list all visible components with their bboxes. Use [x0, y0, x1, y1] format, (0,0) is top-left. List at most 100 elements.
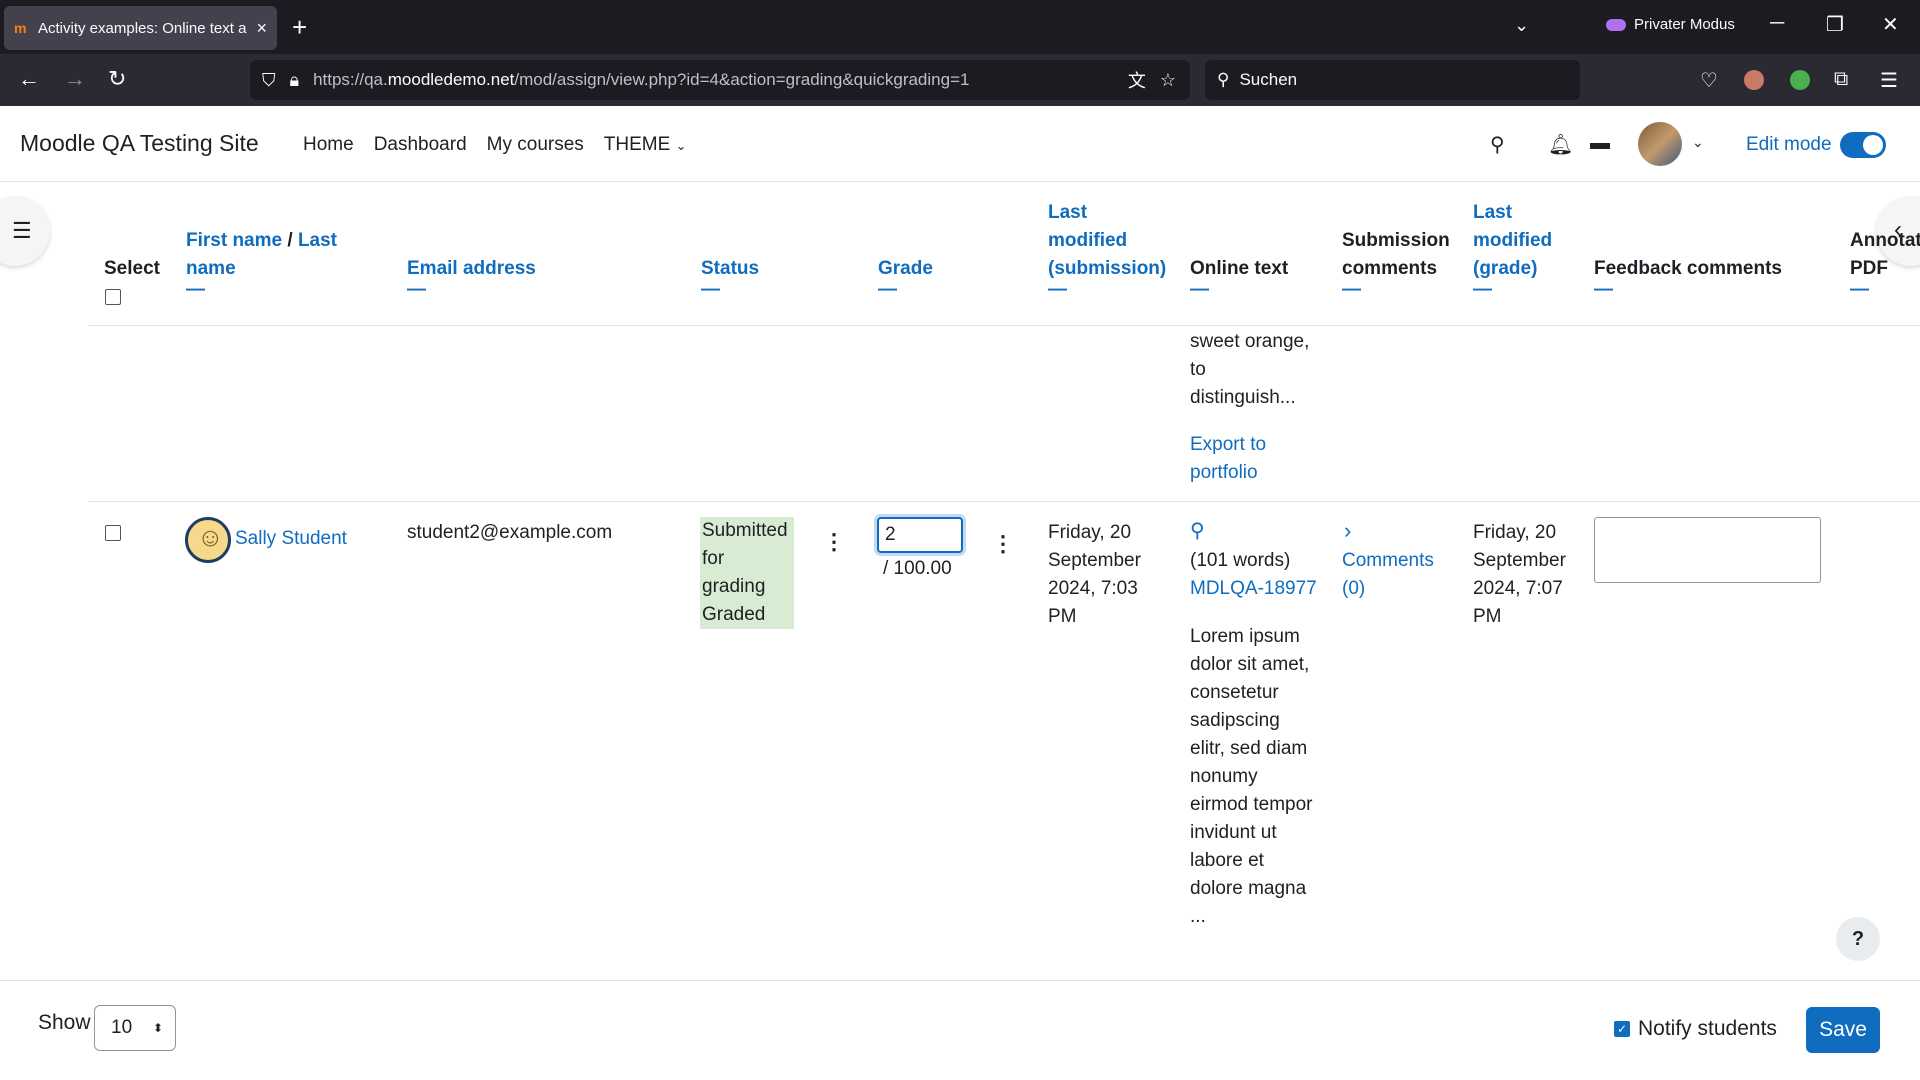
feedback-comments-textarea[interactable] — [1594, 517, 1821, 583]
online-text-link[interactable]: MDLQA-18977 — [1190, 575, 1317, 603]
notify-students-option[interactable]: ✓ Notify students — [1614, 1017, 1777, 1041]
header-name: First name / Last name — — [186, 227, 356, 299]
browser-toolbar: ← → ↻ ⛉ 🔒︎ https://qa.moodledemo.net/mod… — [0, 54, 1920, 106]
header-online-text: Online text — — [1190, 258, 1289, 300]
edit-mode-toggle[interactable] — [1840, 132, 1886, 158]
notifications-bell-icon[interactable]: 🔔︎ — [1548, 132, 1573, 157]
extension-avatar-icon[interactable] — [1744, 70, 1764, 90]
collapse-modified-submission-icon[interactable]: — — [1048, 280, 1168, 299]
student-email: student2@example.com — [407, 522, 613, 543]
user-menu-chevron-icon[interactable]: ⌄ — [1692, 134, 1704, 151]
minimize-icon[interactable]: ─ — [1770, 12, 1784, 35]
sticky-footer: Show 10 ⬍ ✓ Notify students Save — [0, 980, 1920, 1080]
last-modified-submission: Friday, 20 September 2024, 7:03 PM — [1048, 522, 1141, 627]
grade-actions-kebab-icon[interactable]: ⋮ — [992, 533, 1014, 555]
new-tab-icon[interactable]: + — [292, 13, 307, 41]
search-icon[interactable]: ⚲ — [1490, 132, 1505, 157]
header-status[interactable]: Status — — [701, 255, 759, 299]
header-select: Select — [104, 258, 160, 279]
notify-students-label: Notify students — [1638, 1017, 1777, 1040]
site-brand[interactable]: Moodle QA Testing Site — [20, 130, 259, 157]
row-divider — [88, 501, 1920, 502]
header-grade[interactable]: Grade — — [878, 255, 933, 299]
reload-icon[interactable]: ↻ — [108, 66, 126, 92]
collapse-online-text-icon[interactable]: — — [1190, 280, 1288, 299]
notify-students-checkbox[interactable]: ✓ — [1614, 1021, 1630, 1037]
header-last-modified-grade[interactable]: Last modified (grade) — — [1473, 199, 1573, 299]
nav-item-home[interactable]: Home — [303, 134, 354, 156]
extensions-puzzle-icon[interactable]: ⧉ — [1834, 68, 1848, 91]
tab-title: Activity examples: Online text a — [38, 19, 247, 37]
url-bar[interactable]: ⛉ 🔒︎ https://qa.moodledemo.net/mod/assig… — [250, 60, 1190, 100]
collapse-annotate-pdf-icon[interactable]: — — [1850, 280, 1920, 297]
collapse-name-icon[interactable]: — — [186, 280, 356, 299]
browser-tab-strip: m Activity examples: Online text a × + ⌄… — [0, 0, 1920, 54]
sort-first-name[interactable]: First name — [186, 230, 282, 251]
collapse-modified-grade-icon[interactable]: — — [1473, 280, 1573, 299]
app-menu-icon[interactable]: ☰ — [1880, 68, 1898, 93]
search-placeholder: Suchen — [1239, 70, 1298, 89]
comments-link[interactable]: Comments (0) — [1342, 547, 1452, 603]
primary-navigation: Home Dashboard My courses THEME ⌄ — [303, 134, 686, 156]
show-label: Show — [38, 1011, 91, 1034]
help-button[interactable]: ? — [1836, 917, 1880, 961]
header-divider — [88, 325, 1920, 326]
browser-search-bar[interactable]: ⚲ Suchen — [1205, 60, 1580, 100]
collapse-status-icon[interactable]: — — [701, 280, 759, 299]
header-email[interactable]: Email address — — [407, 255, 536, 299]
private-mask-icon — [1606, 18, 1626, 31]
student-name-link[interactable]: Sally Student — [235, 525, 347, 553]
header-submission-comments: Submission comments — — [1342, 227, 1462, 299]
lock-icon[interactable]: 🔒︎ — [290, 70, 300, 91]
student-avatar[interactable] — [185, 517, 231, 563]
list-tabs-chevron-icon[interactable]: ⌄ — [1514, 15, 1529, 36]
private-mode-label: Privater Modus — [1634, 16, 1735, 33]
user-avatar[interactable] — [1638, 122, 1682, 166]
site-navbar: Moodle QA Testing Site Home Dashboard My… — [0, 106, 1920, 182]
status-actions-kebab-icon[interactable]: ⋮ — [823, 531, 845, 553]
collapse-grade-icon[interactable]: — — [878, 280, 933, 299]
status-text: Submitted for grading Graded — [702, 520, 788, 625]
messages-icon[interactable]: ▬ — [1590, 132, 1610, 155]
view-full-text-magnify-icon[interactable]: ⚲ — [1190, 517, 1205, 545]
close-window-icon[interactable]: ✕ — [1882, 12, 1899, 37]
collapse-submission-comments-icon[interactable]: — — [1342, 280, 1462, 299]
browser-tab[interactable]: m Activity examples: Online text a × — [4, 6, 277, 50]
nav-item-my-courses[interactable]: My courses — [487, 134, 584, 156]
collapse-feedback-icon[interactable]: — — [1594, 280, 1782, 299]
save-button[interactable]: Save — [1806, 1007, 1880, 1053]
pocket-icon[interactable]: ♡ — [1700, 68, 1718, 93]
comments-chevron-icon[interactable]: › — [1344, 517, 1351, 545]
edit-mode-label: Edit mode — [1746, 134, 1832, 155]
word-count: (101 words) — [1190, 550, 1291, 571]
shield-icon[interactable]: ⛉ — [262, 70, 276, 91]
header-annotate-pdf: Annotate PDF— — [1850, 230, 1920, 297]
restore-icon[interactable]: ❐ — [1826, 12, 1844, 37]
nav-item-dashboard[interactable]: Dashboard — [374, 134, 467, 156]
row-select-checkbox[interactable] — [105, 525, 121, 541]
private-mode-indicator: Privater Modus — [1606, 16, 1735, 33]
export-to-portfolio-link[interactable]: Export to portfolio — [1190, 431, 1300, 487]
select-all-checkbox[interactable] — [105, 289, 121, 305]
select-arrows-icon: ⬍ — [152, 1021, 163, 1035]
forward-icon[interactable]: → — [64, 66, 86, 92]
search-icon: ⚲ — [1217, 70, 1230, 89]
url-text[interactable]: https://qa.moodledemo.net/mod/assign/vie… — [313, 70, 1128, 90]
per-page-select[interactable]: 10 ⬍ — [94, 1005, 176, 1051]
back-icon[interactable]: ← — [18, 66, 40, 92]
extension-shield-icon[interactable] — [1790, 70, 1810, 90]
close-tab-icon[interactable]: × — [256, 18, 267, 39]
moodle-favicon-icon: m — [14, 20, 27, 36]
grade-max: / 100.00 — [883, 558, 952, 579]
chevron-down-icon: ⌄ — [675, 138, 687, 153]
header-last-modified-submission[interactable]: Last modified (submission) — — [1048, 199, 1168, 299]
collapse-email-icon[interactable]: — — [407, 280, 536, 299]
bookmark-star-icon[interactable]: ☆ — [1160, 70, 1176, 91]
online-text-preview: Lorem ipsum dolor sit amet, consetetur s… — [1190, 626, 1313, 927]
nav-item-theme[interactable]: THEME ⌄ — [604, 134, 687, 156]
grade-input[interactable]: 2 — [877, 517, 963, 553]
translate-icon[interactable]: 文 — [1128, 67, 1146, 93]
last-modified-grade: Friday, 20 September 2024, 7:07 PM — [1473, 522, 1566, 627]
status-badge: Submitted for grading Graded — [700, 517, 794, 629]
header-feedback-comments: Feedback comments — — [1594, 258, 1782, 300]
